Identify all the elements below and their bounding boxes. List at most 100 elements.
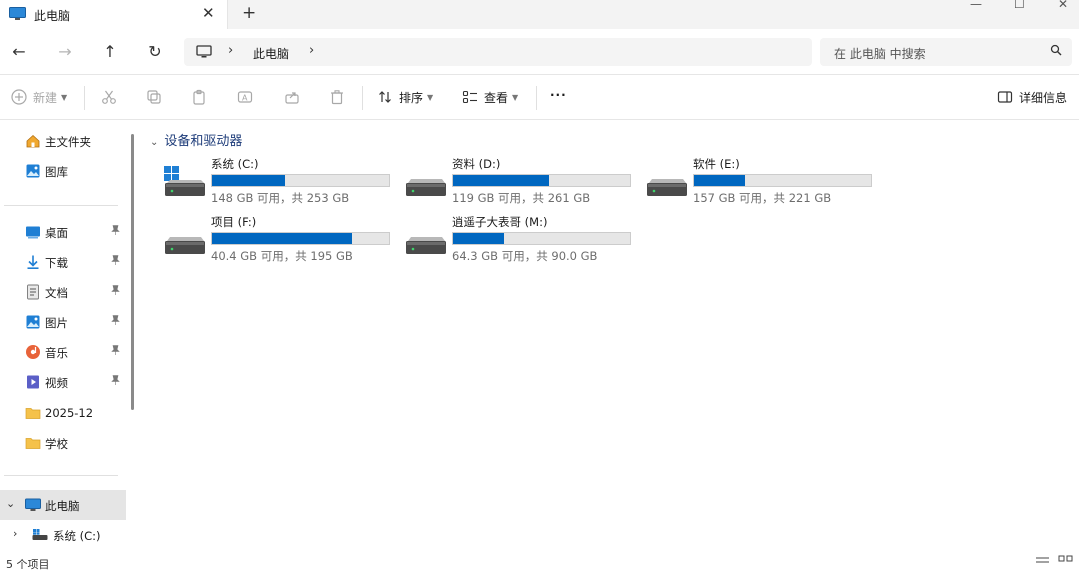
maximize-button[interactable]: ☐	[1014, 0, 1025, 11]
sidebar-item-desktop[interactable]: 桌面	[0, 217, 126, 247]
pin-icon[interactable]	[111, 225, 120, 238]
new-button[interactable]: 新建 ▼	[10, 88, 67, 106]
drive-name: 项目 (F:)	[211, 215, 257, 229]
sidebar-item-label: 视频	[45, 376, 68, 390]
drive-tile[interactable]: 逍遥子大表哥 (M:) 64.3 GB 可用，共 90.0 GB	[405, 215, 635, 266]
drive-icon	[32, 527, 48, 543]
sidebar-item-this-pc[interactable]: ⌄ 此电脑	[0, 490, 126, 520]
document-icon	[25, 284, 41, 300]
home-icon	[25, 133, 41, 149]
sidebar-item-music[interactable]: 音乐	[0, 337, 126, 367]
sidebar-item-label: 图库	[45, 165, 68, 179]
breadcrumb-this-pc[interactable]: 此电脑	[253, 45, 289, 62]
drive-usage-bar	[211, 174, 390, 187]
view-button-label: 查看	[484, 90, 509, 105]
drive-name: 逍遥子大表哥 (M:)	[452, 215, 548, 229]
drive-space-info: 157 GB 可用，共 221 GB	[693, 191, 832, 205]
address-bar[interactable]: › 此电脑 ›	[184, 38, 812, 66]
rename-button[interactable]: A	[236, 88, 259, 106]
folder-icon	[25, 405, 41, 421]
group-header-devices[interactable]: ⌄ 设备和驱动器	[150, 130, 242, 149]
paste-button[interactable]	[190, 88, 213, 106]
drive-usage-fill	[453, 175, 550, 186]
tab-title: 此电脑	[34, 9, 71, 23]
clipboard-icon	[190, 88, 208, 106]
tab-this-pc[interactable]: 此电脑 ✕	[0, 0, 228, 29]
close-window-button[interactable]: ✕	[1058, 0, 1068, 11]
tab-close-icon[interactable]: ✕	[202, 4, 215, 22]
drive-usage-bar	[452, 174, 631, 187]
breadcrumb-separator[interactable]: ›	[228, 43, 233, 58]
up-button[interactable]: ↑	[100, 41, 120, 61]
drive-space-info: 64.3 GB 可用，共 90.0 GB	[452, 249, 598, 263]
sort-button[interactable]: 排序 ▼	[376, 88, 433, 106]
drive-tile[interactable]: 资料 (D:) 119 GB 可用，共 261 GB	[405, 157, 635, 208]
title-bar: 此电脑 ✕ + — ☐ ✕	[0, 0, 1079, 29]
search-box[interactable]: 在 此电脑 中搜索	[820, 38, 1072, 66]
group-title: 设备和驱动器	[164, 134, 243, 149]
pictures-icon	[25, 314, 41, 330]
sidebar-item-gallery[interactable]: 图库	[0, 156, 126, 186]
expand-chevron-icon[interactable]: ›	[13, 527, 17, 540]
divider	[84, 86, 85, 110]
forward-button[interactable]: →	[55, 41, 75, 61]
sidebar-scrollbar[interactable]	[131, 134, 134, 410]
sidebar-item-home[interactable]: 主文件夹	[0, 126, 126, 156]
computer-icon	[9, 7, 26, 24]
pin-icon[interactable]	[111, 345, 120, 358]
sort-icon	[376, 88, 394, 106]
sidebar-item-folder-2025-12[interactable]: 2025-12	[0, 398, 126, 428]
drive-tile[interactable]: 系统 (C:) 148 GB 可用，共 253 GB	[164, 157, 394, 208]
sidebar-item-label: 图片	[45, 316, 68, 330]
search-input[interactable]: 在 此电脑 中搜索	[834, 45, 926, 62]
pin-icon[interactable]	[111, 315, 120, 328]
sidebar-item-label: 桌面	[45, 226, 68, 240]
chevron-down-icon: ▼	[427, 92, 434, 102]
divider	[536, 86, 537, 110]
pin-icon[interactable]	[111, 255, 120, 268]
new-tab-button[interactable]: +	[242, 3, 256, 23]
plus-circle-icon	[10, 88, 28, 106]
desktop-icon	[25, 224, 41, 240]
expand-chevron-icon[interactable]: ⌄	[6, 497, 15, 510]
cut-button[interactable]	[100, 88, 123, 106]
more-options-button[interactable]: ···	[550, 88, 567, 102]
view-button[interactable]: 查看 ▼	[461, 88, 518, 106]
share-button[interactable]	[283, 88, 306, 106]
sidebar-item-documents[interactable]: 文档	[0, 277, 126, 307]
pin-icon[interactable]	[111, 375, 120, 388]
music-icon	[25, 344, 41, 360]
drive-usage-fill	[694, 175, 746, 186]
command-bar: 新建 ▼ A 排序 ▼ 查看 ▼ ··· 详细信息	[0, 75, 1079, 120]
sort-button-label: 排序	[399, 90, 424, 105]
sidebar-item-videos[interactable]: 视频	[0, 367, 126, 397]
drive-icon	[405, 166, 447, 203]
rename-icon: A	[236, 88, 254, 106]
back-button[interactable]: ←	[9, 41, 29, 61]
divider	[362, 86, 363, 110]
sidebar-item-label: 2025-12	[45, 406, 94, 420]
copy-icon	[145, 88, 163, 106]
view-toggle-buttons[interactable]	[1036, 554, 1076, 569]
drive-tile[interactable]: 项目 (F:) 40.4 GB 可用，共 195 GB	[164, 215, 394, 266]
drive-name: 软件 (E:)	[693, 157, 740, 171]
sidebar-item-label: 文档	[45, 286, 68, 300]
sidebar-item-folder-school[interactable]: 学校	[0, 428, 126, 458]
sidebar-item-label: 此电脑	[45, 499, 80, 513]
video-icon	[25, 374, 41, 390]
delete-button[interactable]	[328, 88, 351, 106]
sidebar-item-pictures[interactable]: 图片	[0, 307, 126, 337]
sidebar-item-system-drive[interactable]: › 系统 (C:)	[0, 520, 126, 550]
drive-icon	[405, 224, 447, 261]
minimize-button[interactable]: —	[970, 0, 982, 11]
sidebar-item-downloads[interactable]: 下载	[0, 247, 126, 277]
refresh-button[interactable]: ↻	[145, 41, 165, 61]
pin-icon[interactable]	[111, 285, 120, 298]
details-pane-button[interactable]: 详细信息	[996, 88, 1067, 106]
breadcrumb-separator-end[interactable]: ›	[309, 43, 314, 58]
drive-name: 资料 (D:)	[452, 157, 501, 171]
drive-tile[interactable]: 软件 (E:) 157 GB 可用，共 221 GB	[646, 157, 876, 208]
copy-button[interactable]	[145, 88, 168, 106]
drive-icon	[646, 166, 688, 203]
drive-usage-bar	[693, 174, 872, 187]
